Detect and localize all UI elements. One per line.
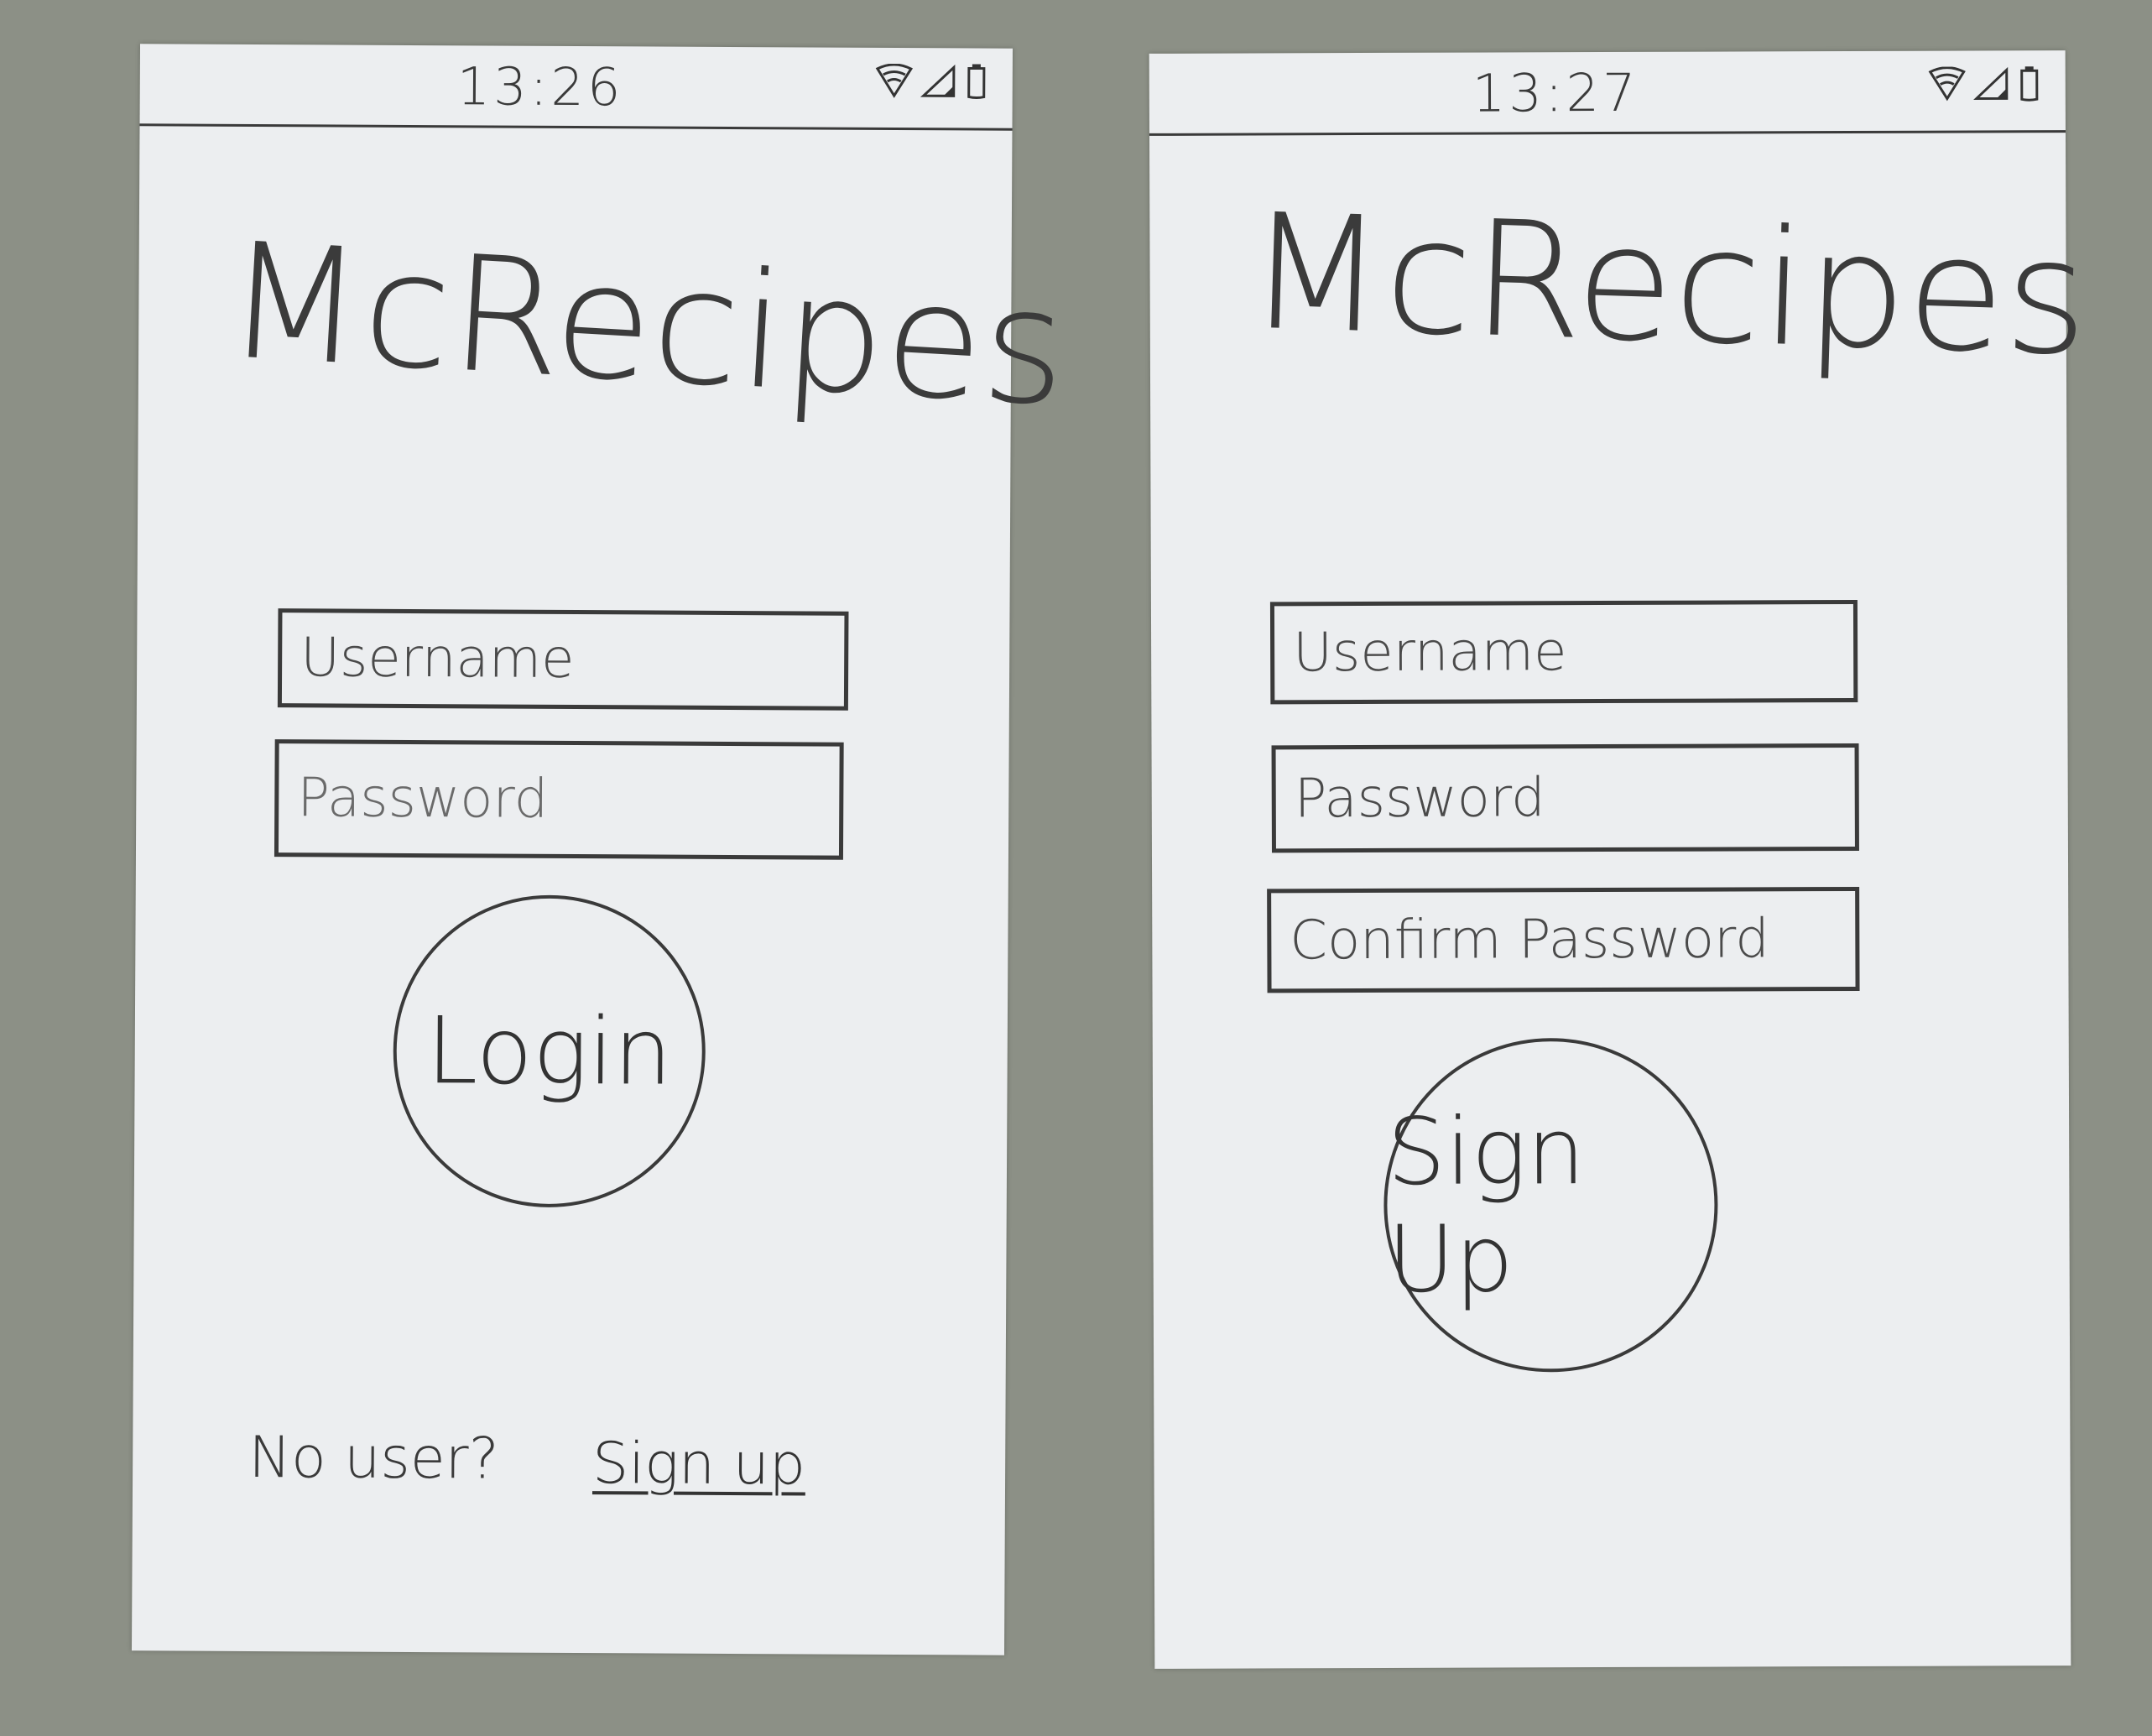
battery-icon [964,63,989,100]
status-time: 13:26 [456,55,624,118]
app-title: McRecipes [221,207,1071,442]
no-user-text: No user? [248,1424,499,1493]
status-bar: 13:27 [1149,50,2066,136]
cellular-signal-icon [1973,66,2010,102]
cellular-signal-icon [920,64,957,99]
battery-icon [2017,65,2042,102]
password-field[interactable]: Password [1271,743,1859,853]
status-bar: 13:26 [139,44,1013,131]
wifi-icon [1928,66,1967,102]
wifi-icon [875,63,914,99]
app-title: McRecipes [1244,179,2092,391]
status-time: 13:27 [1472,61,1639,124]
signup-button[interactable]: Sign Up [1383,1037,1719,1373]
login-screen: 13:26 McRecipes Username Password Login … [131,44,1071,1655]
signup-link[interactable]: Sign up [592,1431,805,1498]
username-field[interactable]: Username [1269,599,1858,705]
signup-screen: 13:27 McRecipes Username Password Confir… [1149,50,2091,1669]
username-field[interactable]: Username [277,608,849,711]
password-field[interactable]: Password [274,739,844,860]
status-icons [875,63,989,101]
status-icons [1928,65,2042,102]
confirm-password-field[interactable]: Confirm Password [1267,886,1860,993]
login-button[interactable]: Login [392,894,706,1208]
